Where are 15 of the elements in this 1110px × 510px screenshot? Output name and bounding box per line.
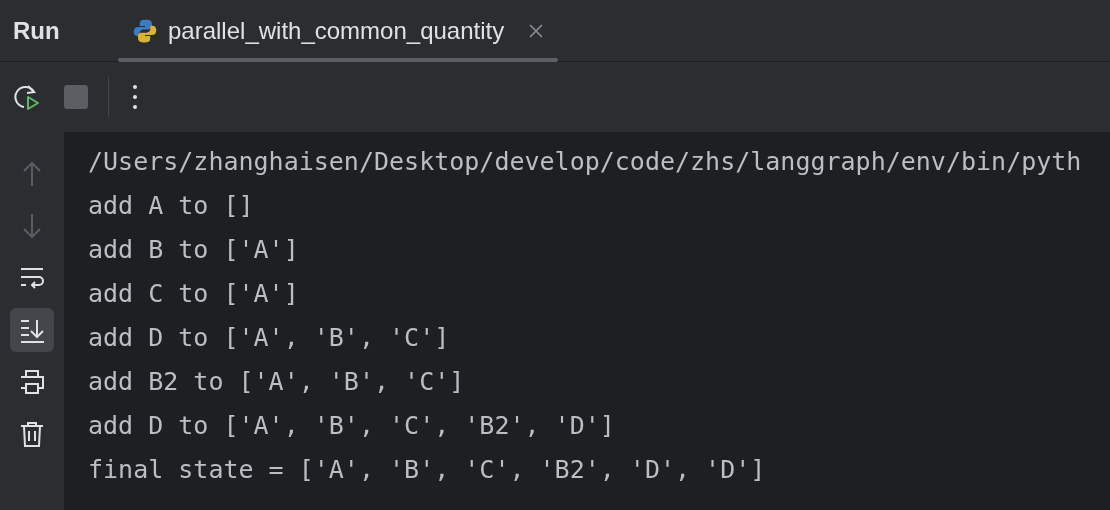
console-line: add A to [] (88, 190, 255, 222)
console-line: add D to ['A', 'B', 'C', 'B2', 'D'] (88, 410, 616, 442)
python-icon (132, 17, 158, 44)
panel-title: Run (12, 16, 61, 45)
console-line: add B2 to ['A', 'B', 'C'] (88, 366, 466, 398)
console-line: add D to ['A', 'B', 'C'] (88, 322, 451, 354)
console-line: add C to ['A'] (88, 278, 300, 310)
more-icon[interactable] (131, 82, 139, 112)
console-line: final state = ['A', 'B', 'C', 'B2', 'D', 'D'] (88, 454, 767, 486)
console-line: add B to ['A'] (88, 234, 300, 266)
rerun-icon[interactable] (12, 82, 42, 112)
close-icon[interactable] (528, 22, 545, 39)
file-tab[interactable]: parallel_with_common_quantity (118, 0, 559, 62)
scroll-end-button[interactable] (10, 308, 54, 352)
console-line: /Users/zhanghaisen/Desktop/develop/code/zhs/langgraph/env/bin/pyth (88, 146, 1082, 178)
